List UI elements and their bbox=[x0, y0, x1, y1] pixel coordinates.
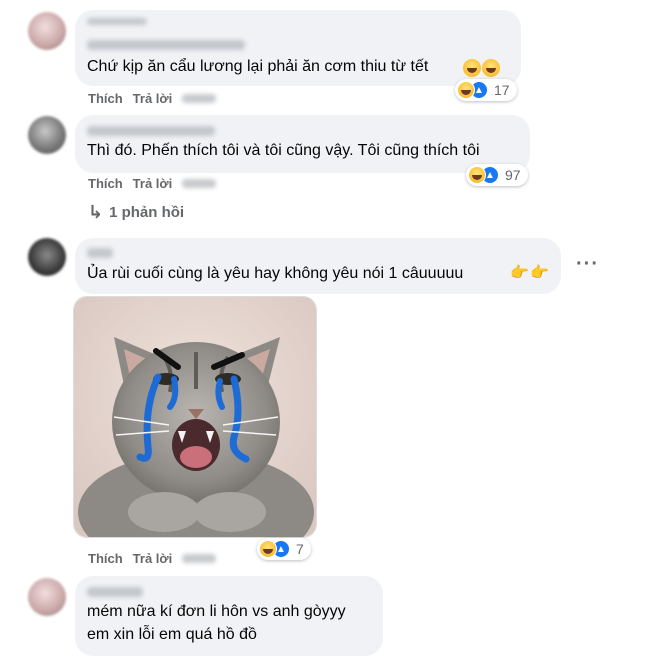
view-replies-link[interactable]: ↳ 1 phản hồi bbox=[88, 202, 184, 223]
comment-text: Thì đó. Phến thích tôi và tôi cũng vậy. … bbox=[87, 142, 480, 159]
blurred-author-name[interactable] bbox=[87, 18, 147, 25]
like-button[interactable]: Thích bbox=[88, 176, 123, 191]
comment-text-line-2: em xin lỗi em quá hồ đồ bbox=[87, 626, 257, 643]
avatar[interactable] bbox=[28, 238, 66, 276]
comment-text-line-1: mém nữa kí đơn li hôn vs anh gòyyy bbox=[87, 603, 346, 620]
pointing-hand-icon: 👉 bbox=[530, 264, 549, 281]
blurred-author-name[interactable] bbox=[87, 40, 245, 50]
reaction-summary[interactable]: ▲ 17 bbox=[455, 79, 517, 101]
reply-arrow-icon: ↳ bbox=[88, 202, 104, 222]
avatar[interactable] bbox=[28, 12, 66, 50]
reaction-summary[interactable]: ▲ 97 bbox=[466, 164, 528, 186]
avatar[interactable] bbox=[28, 116, 66, 154]
comment-bubble: Thì đó. Phến thích tôi và tôi cũng vậy. … bbox=[75, 115, 530, 173]
reaction-count: 97 bbox=[505, 167, 521, 183]
comment-bubble: Ủa rùi cuối cùng là yêu hay không yêu nó… bbox=[75, 238, 561, 294]
pointing-hand-icon: 👉 bbox=[510, 264, 529, 281]
blurred-timestamp[interactable] bbox=[182, 554, 217, 563]
reply-button[interactable]: Trả lời bbox=[133, 551, 173, 566]
replies-count-label: 1 phản hồi bbox=[109, 204, 185, 221]
blurred-author-name[interactable] bbox=[87, 587, 143, 597]
comment-actions: Thích Trả lời bbox=[88, 91, 217, 106]
blurred-author-name[interactable] bbox=[87, 126, 215, 136]
comment-bubble: mém nữa kí đơn li hôn vs anh gòyyy em xi… bbox=[75, 576, 383, 656]
comment-text: Chứ kịp ăn cẩu lương lại phải ăn cơm thi… bbox=[87, 58, 429, 75]
crying-cat-image bbox=[74, 297, 316, 537]
avatar[interactable] bbox=[28, 578, 66, 616]
laughing-emoji-icon bbox=[482, 59, 500, 77]
comment-bubble: Chứ kịp ăn cẩu lương lại phải ăn cơm thi… bbox=[75, 10, 521, 86]
reply-button[interactable]: Trả lời bbox=[133, 176, 173, 191]
haha-reaction-icon bbox=[468, 166, 486, 184]
comment-photo-cat[interactable] bbox=[73, 296, 317, 538]
blurred-timestamp[interactable] bbox=[182, 94, 217, 103]
reaction-count: 17 bbox=[494, 82, 510, 98]
like-button[interactable]: Thích bbox=[88, 91, 123, 106]
reply-button[interactable]: Trả lời bbox=[133, 91, 173, 106]
laughing-emoji-icon bbox=[463, 59, 481, 77]
comment-text: Ủa rùi cuối cùng là yêu hay không yêu nó… bbox=[87, 265, 464, 282]
comment-actions: Thích Trả lời bbox=[88, 176, 217, 191]
haha-reaction-icon bbox=[259, 540, 277, 558]
comment-actions: Thích Trả lời bbox=[88, 551, 217, 566]
reaction-summary[interactable]: ▲ 7 bbox=[257, 538, 311, 560]
blurred-author-name[interactable] bbox=[87, 248, 113, 258]
reaction-count: 7 bbox=[296, 541, 304, 557]
haha-reaction-icon bbox=[457, 81, 475, 99]
like-button[interactable]: Thích bbox=[88, 551, 123, 566]
blurred-timestamp[interactable] bbox=[182, 179, 217, 188]
more-options-button[interactable]: ··· bbox=[576, 253, 599, 276]
